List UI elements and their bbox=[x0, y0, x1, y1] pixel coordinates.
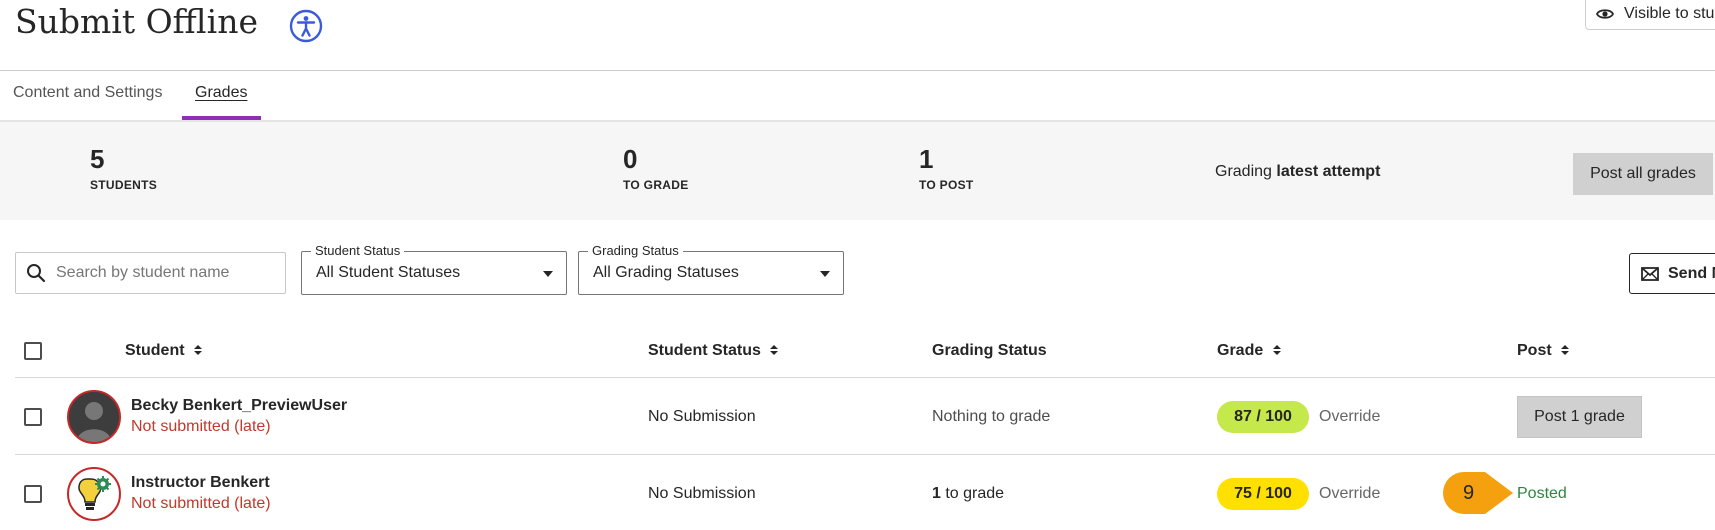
sort-icon bbox=[1272, 344, 1281, 355]
column-header-student[interactable]: Student bbox=[125, 342, 202, 360]
row-checkbox[interactable] bbox=[24, 485, 42, 503]
column-header-post[interactable]: Post bbox=[1517, 342, 1570, 360]
step-marker-number: 9 bbox=[1463, 482, 1475, 504]
chevron-down-icon bbox=[820, 271, 830, 277]
row-divider bbox=[15, 454, 1715, 455]
post-all-grades-button[interactable]: Post all grades bbox=[1573, 153, 1713, 195]
grading-status-cell: Nothing to grade bbox=[932, 408, 1051, 425]
column-header-grade[interactable]: Grade bbox=[1217, 342, 1281, 360]
chevron-down-icon bbox=[543, 271, 553, 277]
student-status-cell: No Submission bbox=[648, 408, 756, 425]
accessibility-icon[interactable] bbox=[289, 9, 323, 43]
row-checkbox[interactable] bbox=[24, 408, 42, 426]
students-label: STUDENTS bbox=[90, 178, 158, 192]
override-link[interactable]: Override bbox=[1319, 485, 1380, 503]
grading-prefix: Grading bbox=[1215, 163, 1272, 180]
eye-icon bbox=[1596, 8, 1614, 19]
students-stat: 5 STUDENTS bbox=[90, 146, 157, 192]
tab-content-and-settings[interactable]: Content and Settings bbox=[13, 84, 162, 102]
grade-pill[interactable]: 75 / 100 bbox=[1217, 478, 1309, 510]
student-name[interactable]: Instructor Benkert bbox=[131, 474, 270, 492]
to-grade-count: 1 bbox=[932, 485, 941, 502]
user-silhouette-icon bbox=[69, 392, 119, 442]
tab-grades[interactable]: Grades bbox=[195, 84, 247, 102]
grading-status-header-label: Grading Status bbox=[932, 342, 1047, 359]
grading-mode: latest attempt bbox=[1276, 163, 1381, 180]
grade-pill[interactable]: 87 / 100 bbox=[1217, 401, 1309, 433]
send-message-button[interactable]: Send M bbox=[1629, 253, 1715, 294]
grading-status-select[interactable]: Grading Status All Grading Statuses bbox=[578, 243, 844, 295]
column-header-student-status[interactable]: Student Status bbox=[648, 342, 779, 360]
search-box[interactable] bbox=[15, 252, 286, 294]
grade-header-label: Grade bbox=[1217, 342, 1264, 359]
page-title: Submit Offline bbox=[15, 2, 258, 41]
posted-status: Posted bbox=[1517, 485, 1567, 502]
to-grade-count: 0 bbox=[623, 144, 638, 174]
search-input[interactable] bbox=[56, 264, 276, 282]
send-label: Send M bbox=[1668, 264, 1715, 282]
to-grade-suffix: to grade bbox=[940, 485, 1005, 502]
students-count: 5 bbox=[90, 144, 105, 174]
student-name[interactable]: Becky Benkert_PreviewUser bbox=[131, 397, 347, 415]
student-status-value: All Student Statuses bbox=[316, 264, 461, 281]
sort-icon bbox=[770, 344, 779, 355]
sort-icon bbox=[194, 344, 202, 355]
submission-status: Not submitted (late) bbox=[131, 418, 271, 435]
student-status-select[interactable]: Student Status All Student Statuses bbox=[301, 243, 567, 295]
override-link[interactable]: Override bbox=[1319, 408, 1380, 426]
submission-status: Not submitted (late) bbox=[131, 495, 271, 512]
visibility-button[interactable]: Visible to stu bbox=[1585, 0, 1715, 30]
to-post-count: 1 bbox=[919, 144, 934, 174]
grading-status-cell[interactable]: 1 to grade bbox=[932, 485, 1004, 503]
to-grade-stat: 0 TO GRADE bbox=[623, 146, 689, 192]
header-divider bbox=[0, 70, 1715, 71]
column-header-grading-status: Grading Status bbox=[932, 342, 1047, 360]
grading-status-legend: Grading Status bbox=[588, 243, 683, 258]
to-post-label: TO POST bbox=[919, 178, 974, 192]
lightbulb-gear-icon bbox=[78, 476, 111, 510]
sort-icon bbox=[1561, 344, 1570, 355]
select-all-checkbox[interactable] bbox=[24, 342, 42, 360]
post-1-grade-button[interactable]: Post 1 grade bbox=[1517, 396, 1642, 438]
student-status-cell: No Submission bbox=[648, 485, 756, 502]
to-post-stat: 1 TO POST bbox=[919, 146, 974, 192]
student-status-header-label: Student Status bbox=[648, 342, 761, 359]
to-grade-label: TO GRADE bbox=[623, 178, 689, 192]
post-header-label: Post bbox=[1517, 342, 1552, 359]
avatar bbox=[67, 467, 121, 521]
grading-summary: 5 STUDENTS 0 TO GRADE 1 TO POST Grading … bbox=[0, 122, 1715, 220]
student-status-legend: Student Status bbox=[311, 243, 405, 258]
avatar bbox=[67, 390, 121, 444]
student-header-label: Student bbox=[125, 342, 185, 359]
search-icon bbox=[27, 264, 46, 283]
envelope-icon bbox=[1641, 266, 1659, 281]
grading-attempt-text: Grading latest attempt bbox=[1215, 163, 1380, 181]
grading-status-value: All Grading Statuses bbox=[593, 264, 739, 281]
step-marker-icon bbox=[1443, 472, 1513, 514]
header-row-divider bbox=[15, 377, 1715, 378]
visibility-label: Visible to stu bbox=[1624, 4, 1715, 22]
